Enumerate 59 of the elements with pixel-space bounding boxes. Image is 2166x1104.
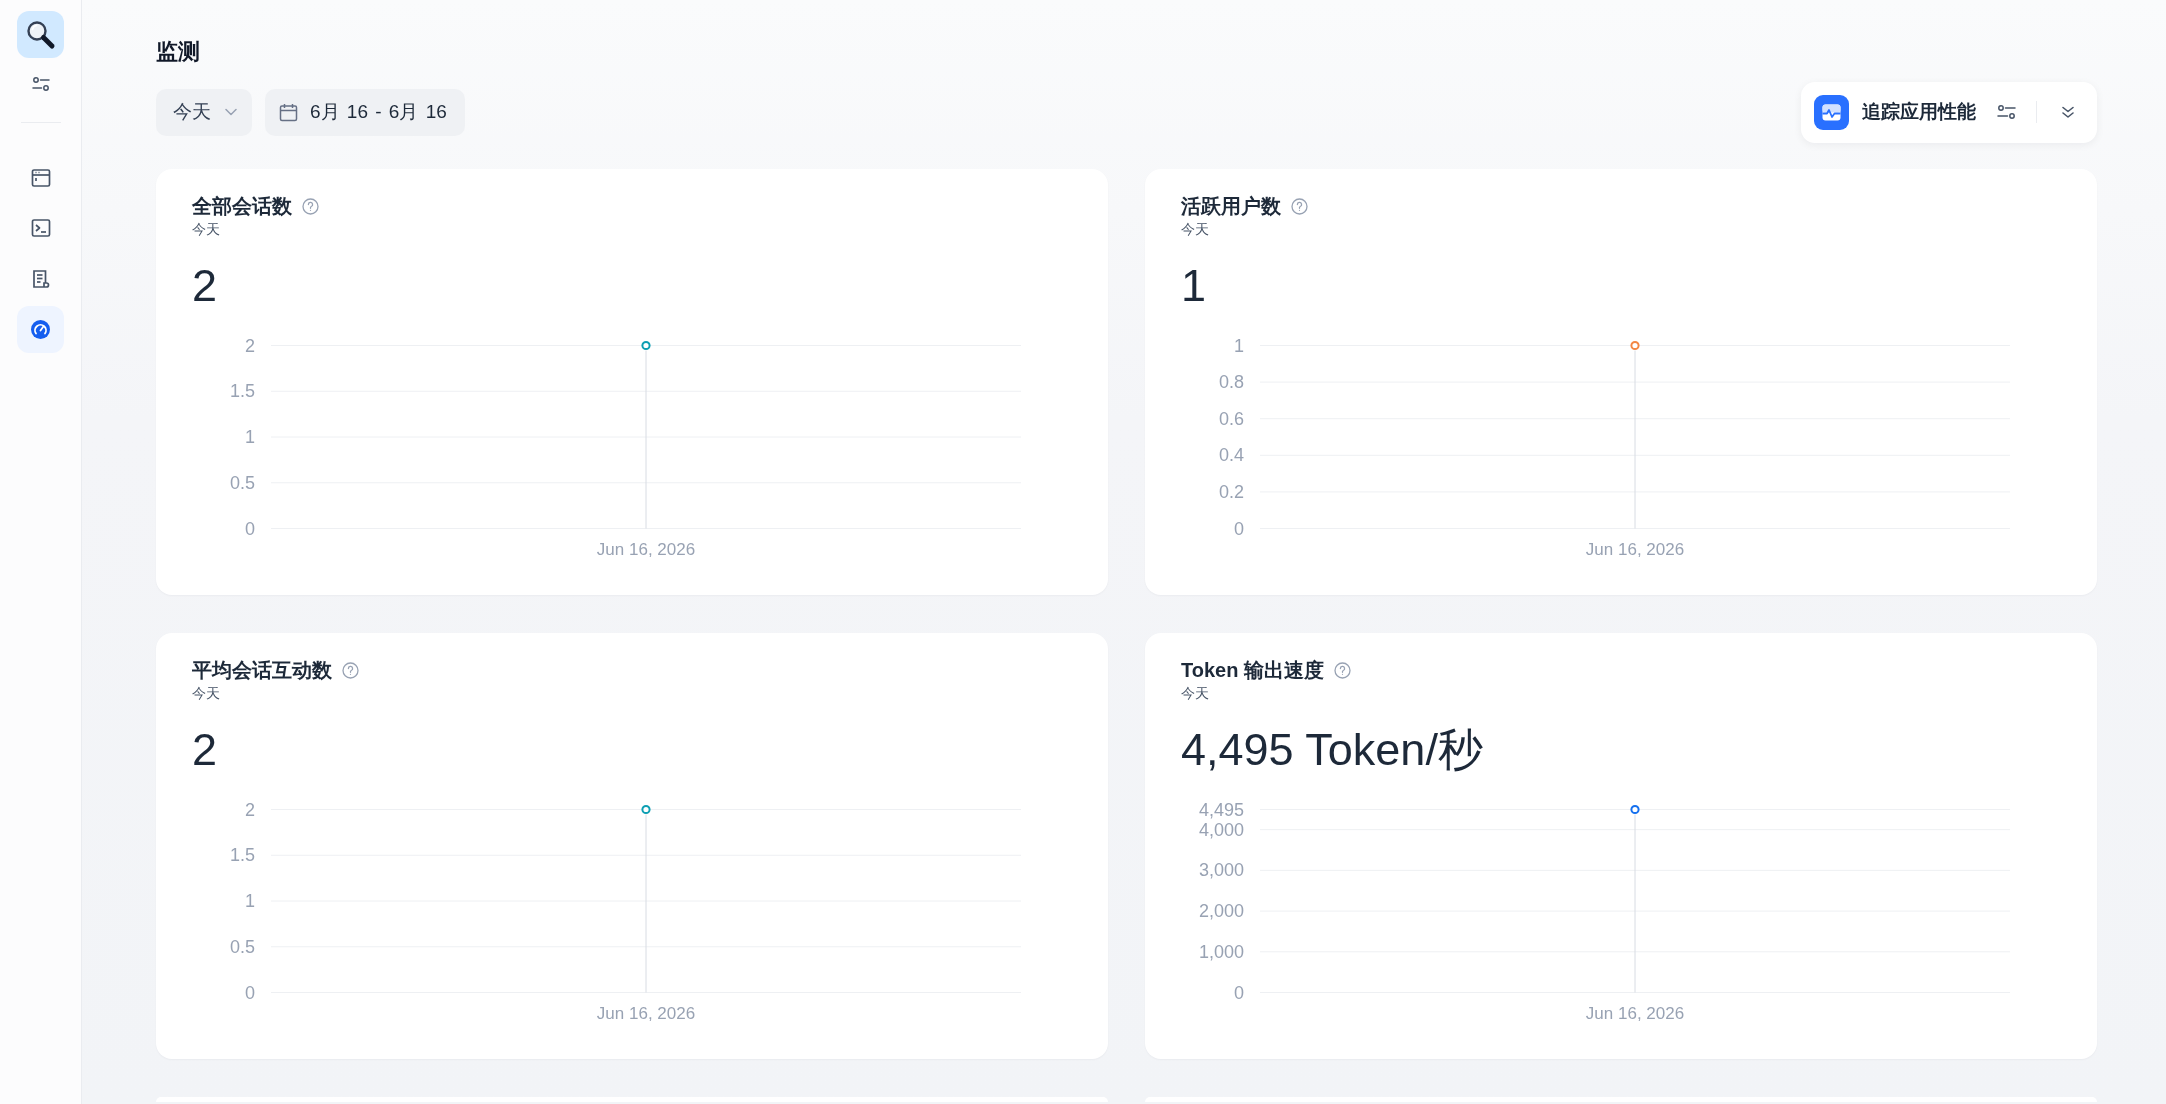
- document-icon: [30, 268, 51, 289]
- axis-label: 1.5: [229, 381, 255, 402]
- help-icon[interactable]: [1333, 661, 1351, 679]
- magnifier-icon[interactable]: [17, 11, 64, 58]
- card-subtitle: 今天: [1181, 220, 1209, 239]
- axis-label: 2: [245, 335, 255, 356]
- page-title: 监测: [156, 38, 200, 66]
- axis-label: 1,000: [1198, 941, 1244, 962]
- axis-label: 0: [245, 982, 255, 1003]
- tracing-panel[interactable]: 追踪应用性能: [1801, 81, 2097, 143]
- axis-label: 4,000: [1198, 819, 1244, 840]
- gauge-icon: [30, 318, 51, 340]
- axis-label: 4,495: [1198, 799, 1244, 820]
- tracing-label: 追踪应用性能: [1862, 100, 1976, 124]
- card-title: 平均会话互动数: [192, 658, 332, 683]
- axis-label: 0.5: [229, 936, 255, 957]
- card-subtitle: 今天: [192, 684, 220, 703]
- axis-label: 0: [245, 518, 255, 539]
- help-icon[interactable]: [342, 661, 359, 679]
- card-title: Token 输出速度: [1181, 658, 1324, 683]
- sliders-icon[interactable]: [31, 76, 50, 92]
- double-chevron-icon[interactable]: [2061, 105, 2075, 119]
- axis-label: 0.2: [1218, 481, 1244, 502]
- axis-label: Jun 16, 2026: [596, 539, 696, 559]
- axis-label: 1.5: [229, 845, 255, 866]
- window-icon: [30, 167, 51, 188]
- nav-item[interactable]: [17, 305, 64, 353]
- axis-label: 1: [1234, 335, 1244, 356]
- axis-label: 0.4: [1218, 445, 1244, 466]
- axis-label: Jun 16, 2026: [1585, 1003, 1685, 1023]
- help-icon[interactable]: [302, 197, 319, 215]
- axis-label: Jun 16, 2026: [596, 1003, 696, 1023]
- axis-label: 3,000: [1198, 860, 1244, 881]
- axis-label: 1: [245, 427, 255, 447]
- metric-value: 1: [1181, 259, 1207, 313]
- metric-value: 2: [192, 259, 218, 313]
- heartbeat-icon: [1814, 94, 1849, 130]
- card-subtitle: 今天: [192, 220, 220, 239]
- card-subtitle: 今天: [1181, 684, 1209, 703]
- metric-value: 4,495 Token/秒: [1181, 723, 1483, 777]
- axis-label: 0.8: [1218, 372, 1244, 393]
- date-range-button[interactable]: 6月 16 - 6月 16: [265, 88, 465, 136]
- axis-label: 2: [245, 799, 255, 820]
- card-title: 活跃用户数: [1181, 194, 1281, 219]
- calendar-icon: [279, 102, 298, 122]
- axis-label: 2,000: [1198, 901, 1244, 922]
- metric-value: 2: [192, 723, 218, 777]
- help-icon[interactable]: [1291, 197, 1308, 215]
- axis-label: 0: [1234, 518, 1244, 539]
- axis-label: 0.6: [1218, 408, 1244, 429]
- chevron-down-icon: [225, 108, 237, 116]
- axis-label: 0: [1234, 982, 1244, 1003]
- sliders-icon[interactable]: [1997, 104, 2016, 120]
- axis-label: Jun 16, 2026: [1585, 539, 1685, 559]
- card-title: 全部会话数: [192, 194, 292, 219]
- terminal-icon: [30, 218, 51, 238]
- axis-label: 0.5: [229, 472, 255, 493]
- period-dropdown[interactable]: 今天: [156, 88, 252, 136]
- axis-label: 1: [245, 891, 255, 911]
